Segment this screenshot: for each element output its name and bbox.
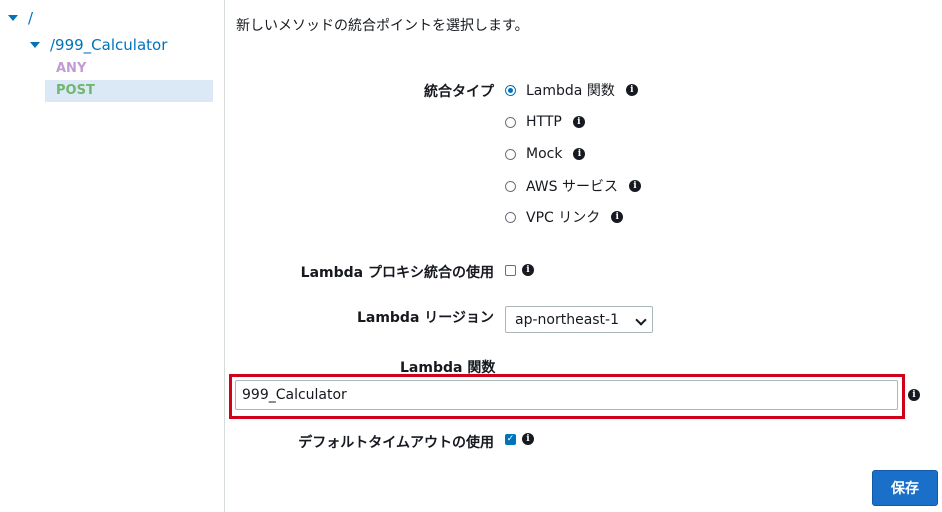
info-icon[interactable]: i [629, 180, 641, 192]
radio-button[interactable] [505, 180, 516, 192]
method-any[interactable]: ANY [45, 58, 213, 80]
radio-button[interactable] [505, 148, 516, 160]
radio-label: Lambda 関数 [526, 83, 615, 99]
save-button[interactable]: 保存 [872, 470, 938, 506]
radio-label: HTTP [526, 114, 562, 130]
info-icon[interactable]: i [611, 211, 624, 223]
proxy-label: Lambda プロキシ統合の使用 [300, 265, 494, 281]
radio-button[interactable] [505, 84, 516, 96]
info-icon[interactable]: i [573, 148, 586, 160]
integration-type-label: 統合タイプ [424, 84, 494, 100]
region-label: Lambda リージョン [356, 310, 494, 326]
resource-tree: / /999_Calculator ANY POST [0, 0, 225, 512]
timeout-checkbox[interactable]: ✓ [505, 433, 516, 445]
info-icon[interactable]: i [625, 84, 638, 96]
tree-root[interactable]: / [8, 9, 33, 27]
function-input[interactable] [235, 380, 898, 410]
radio-aws-service[interactable]: AWS サービス i [505, 176, 641, 196]
tree-root-label[interactable]: / [28, 9, 33, 27]
chevron-down-icon [635, 314, 647, 326]
region-select[interactable]: ap-northeast-1 [505, 306, 653, 333]
intro-text: 新しいメソッドの統合ポイントを選択します。 [236, 18, 529, 34]
proxy-checkbox[interactable] [505, 264, 516, 276]
radio-label: VPC リンク [526, 210, 601, 226]
radio-button[interactable] [505, 116, 516, 128]
radio-lambda[interactable]: Lambda 関数 i [505, 80, 638, 100]
radio-mock[interactable]: Mock i [505, 144, 586, 164]
radio-button[interactable] [505, 211, 516, 223]
method-post[interactable]: POST [45, 80, 213, 102]
info-icon[interactable]: i [572, 116, 585, 128]
timeout-checkbox-row[interactable]: ✓ i [505, 429, 534, 449]
info-icon[interactable]: i [522, 433, 534, 445]
info-icon[interactable]: i [522, 264, 534, 276]
info-icon[interactable]: i [908, 389, 920, 401]
expand-triangle-icon[interactable] [8, 15, 18, 21]
tree-resource-label[interactable]: /999_Calculator [50, 36, 167, 54]
expand-triangle-icon[interactable] [30, 42, 40, 48]
timeout-label: デフォルトタイムアウトの使用 [298, 435, 494, 451]
radio-http[interactable]: HTTP i [505, 112, 585, 132]
radio-label: AWS サービス [526, 179, 618, 195]
region-value: ap-northeast-1 [515, 311, 620, 328]
radio-label: Mock [526, 146, 563, 162]
tree-resource[interactable]: /999_Calculator [30, 36, 167, 54]
proxy-checkbox-row[interactable]: i [505, 260, 534, 280]
radio-vpc-link[interactable]: VPC リンク i [505, 207, 624, 227]
